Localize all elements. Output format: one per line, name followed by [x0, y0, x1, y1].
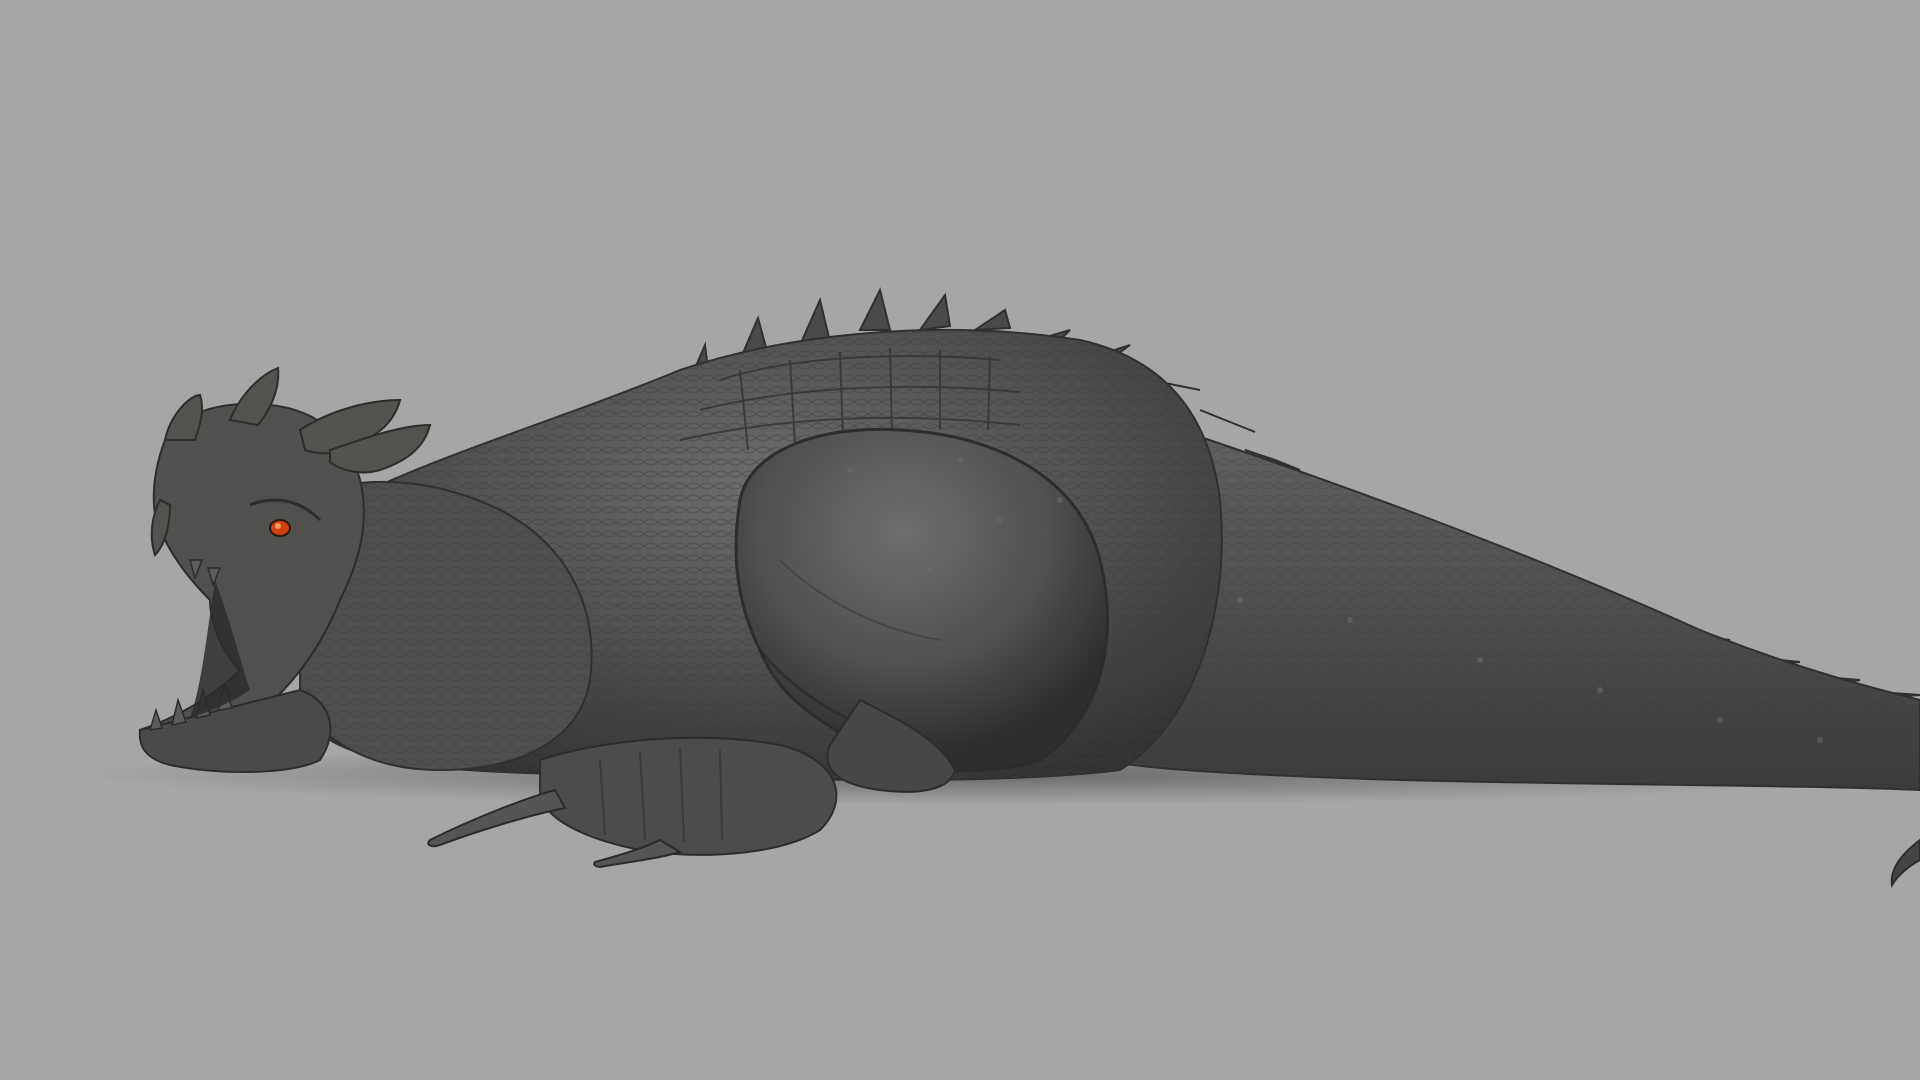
sculpt-viewport[interactable] — [0, 0, 1920, 1080]
creature-sculpt — [0, 0, 1920, 1080]
